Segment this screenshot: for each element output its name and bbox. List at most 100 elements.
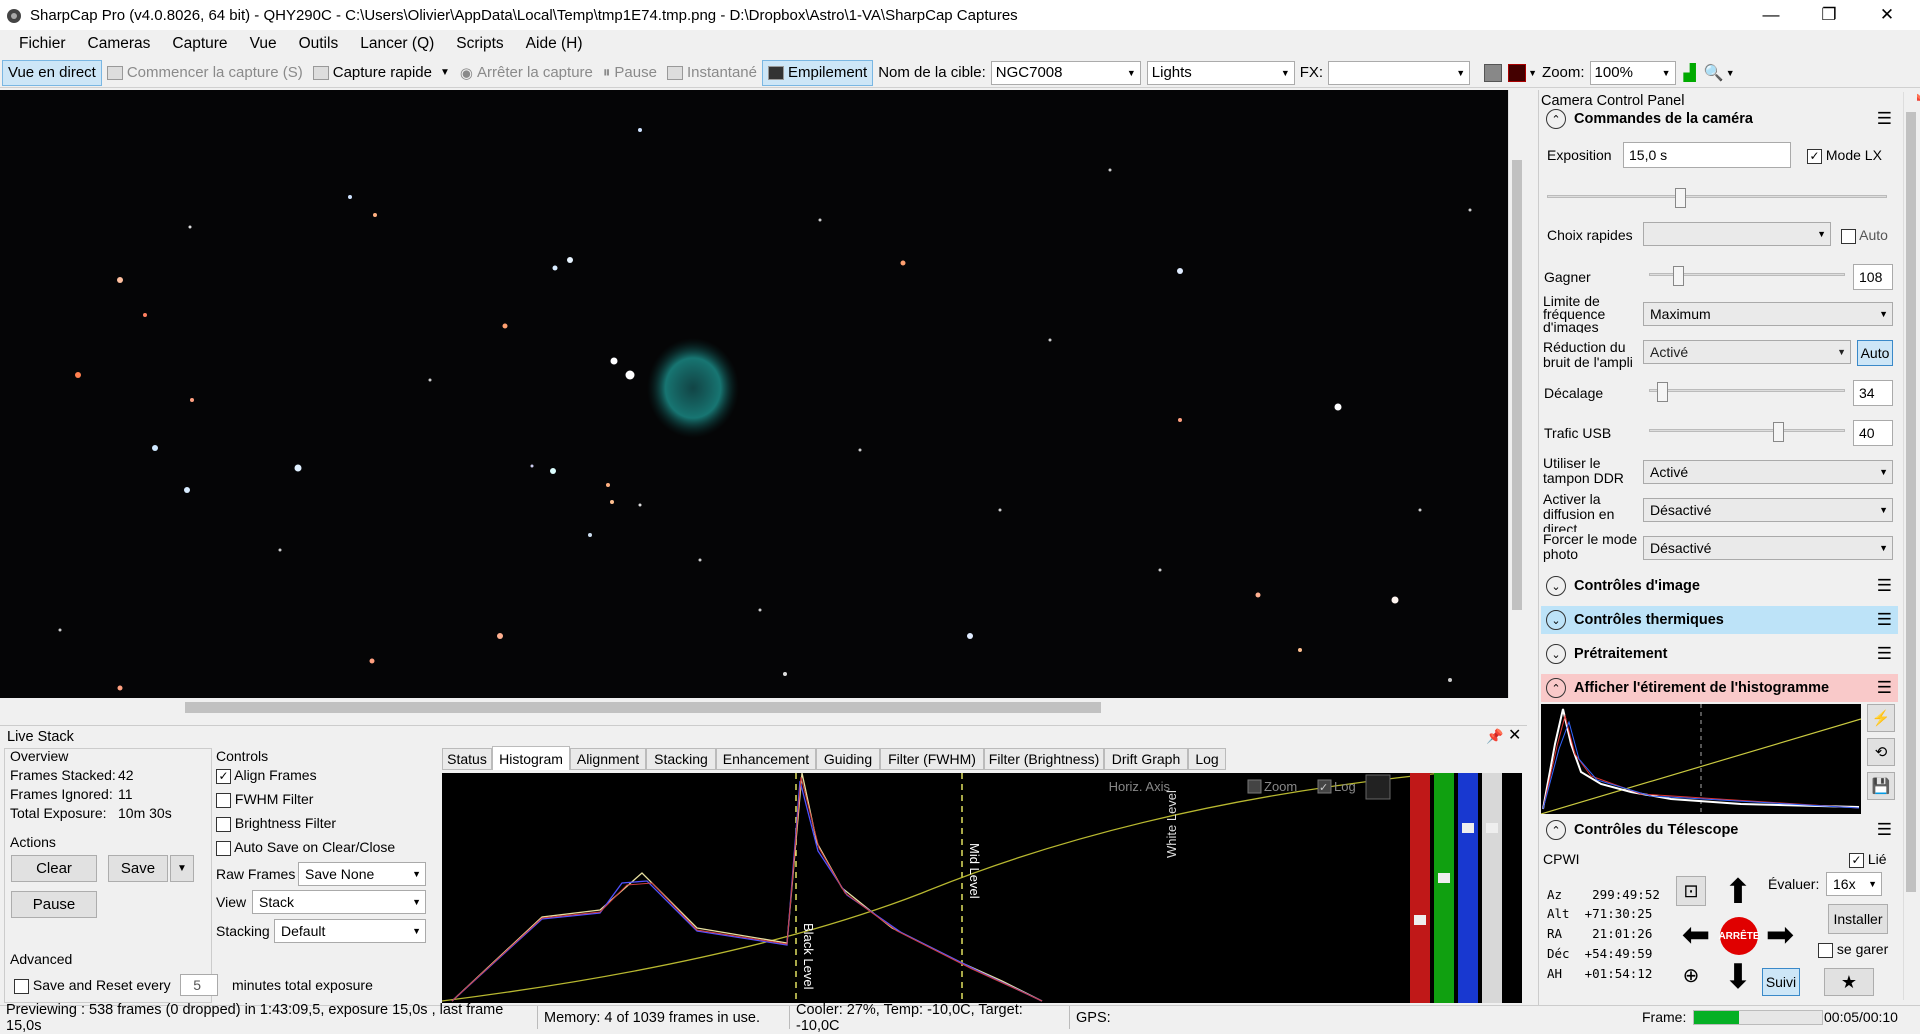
clear-button[interactable]: Clear (11, 855, 97, 882)
pin-icon[interactable]: 📌 (1486, 729, 1503, 744)
target-name-input[interactable]: NGC7008 ▼ (990, 60, 1141, 85)
tab-drift-graph[interactable]: Drift Graph (1104, 748, 1188, 770)
close-icon[interactable]: ✕ (1508, 728, 1521, 744)
chevron-down-icon[interactable]: ▼ (1528, 68, 1537, 78)
chevron-down-icon[interactable]: ▼ (1726, 68, 1735, 78)
menu-cameras[interactable]: Cameras (77, 35, 162, 53)
image-vertical-scrollbar[interactable] (1508, 90, 1525, 698)
reset-minutes-stepper[interactable]: 5 (180, 974, 218, 996)
tab-filter-fwhm[interactable]: Filter (FWHM) (880, 748, 984, 770)
raw-frames-select[interactable]: Save None ▼ (298, 862, 426, 886)
tab-enhancement[interactable]: Enhancement (716, 748, 816, 770)
view-select[interactable]: Stack ▼ (252, 890, 426, 914)
minimize-button[interactable]: — (1742, 0, 1800, 30)
menu-vue[interactable]: Vue (239, 35, 288, 53)
image-horizontal-scrollbar[interactable] (0, 698, 1508, 717)
tab-log[interactable]: Log (1188, 748, 1226, 770)
lx-mode-checkbox[interactable]: ✓ Mode LX (1807, 148, 1882, 164)
luminance-level-bar[interactable] (1482, 773, 1502, 1003)
panel-scrollbar[interactable] (1903, 92, 1917, 1000)
lightning-icon[interactable]: ⚡ (1867, 704, 1895, 732)
start-capture-button[interactable]: Commencer la capture (S) (102, 60, 308, 86)
tab-alignment[interactable]: Alignment (570, 748, 646, 770)
quick-choice-select[interactable]: ▼ (1643, 222, 1831, 246)
rate-select[interactable]: 16x ▼ (1826, 872, 1882, 896)
move-north-button[interactable]: ⬆ (1718, 872, 1758, 912)
stop-telescope-button[interactable]: ARRÊTE (1718, 917, 1760, 955)
tab-guiding[interactable]: Guiding (816, 748, 880, 770)
frame-type-select[interactable]: Lights ▼ (1146, 60, 1295, 85)
menu-capture[interactable]: Capture (161, 35, 238, 53)
color-mode-icon[interactable] (1508, 63, 1527, 82)
star-icon[interactable]: ★ (1824, 968, 1874, 996)
exposure-input[interactable]: 15,0 s (1623, 142, 1791, 168)
install-button[interactable]: Installer (1828, 904, 1888, 934)
blue-level-handle[interactable] (1462, 823, 1474, 833)
menu-icon[interactable]: ☰ (1877, 610, 1892, 630)
gain-slider[interactable] (1649, 266, 1845, 286)
quick-capture-button[interactable]: Capture rapide ▼ (308, 60, 455, 86)
zoom-checkbox[interactable] (1247, 779, 1262, 794)
align-frames-checkbox[interactable]: ✓ Align Frames (216, 768, 317, 784)
ddr-buffer-select[interactable]: Activé ▼ (1643, 460, 1893, 484)
fwhm-filter-checkbox[interactable]: FWHM Filter (216, 792, 313, 808)
fps-limit-select[interactable]: Maximum ▼ (1643, 302, 1893, 326)
menu-icon[interactable]: ☰ (1877, 820, 1892, 840)
photo-mode-select[interactable]: Désactivé ▼ (1643, 536, 1893, 560)
magnifier-icon[interactable]: 🔍 (1704, 63, 1724, 83)
zoom-select[interactable]: 100% ▼ (1589, 60, 1676, 85)
move-west-button[interactable]: ⬅ (1676, 915, 1716, 955)
close-button[interactable]: ✕ (1858, 0, 1916, 30)
section-image-controls[interactable]: ⌄ Contrôles d'image ☰ (1541, 572, 1898, 600)
snapshot-button[interactable]: Instantané (662, 60, 762, 86)
menu-fichier[interactable]: Fichier (8, 35, 77, 53)
section-histogram-stretch[interactable]: ⌃ Afficher l'étirement de l'histogramme ☰ (1541, 674, 1898, 702)
amp-noise-select[interactable]: Activé ▼ (1643, 340, 1851, 364)
image-viewer[interactable] (0, 90, 1508, 698)
park-checkbox[interactable]: se garer (1818, 942, 1888, 958)
tab-filter-brightness[interactable]: Filter (Brightness) (984, 748, 1104, 770)
brightness-filter-checkbox[interactable]: Brightness Filter (216, 816, 336, 832)
menu-icon[interactable]: ☰ (1877, 109, 1892, 129)
quick-auto-checkbox[interactable]: Auto (1841, 228, 1888, 244)
menu-icon[interactable]: ☰ (1877, 678, 1892, 698)
section-preprocessing[interactable]: ⌄ Prétraitement ☰ (1541, 640, 1898, 668)
grayscale-icon[interactable] (1484, 63, 1503, 82)
tab-stacking[interactable]: Stacking (646, 748, 716, 770)
red-level-handle[interactable] (1414, 915, 1426, 925)
red-level-bar[interactable] (1410, 773, 1430, 1003)
move-east-button[interactable]: ➡ (1760, 915, 1800, 955)
goto-icon[interactable]: ⊡ (1676, 876, 1706, 906)
stacking-button[interactable]: Empilement (762, 59, 874, 86)
crosshair-icon[interactable]: ⊕ (1676, 960, 1706, 990)
stacking-select[interactable]: Default ▼ (274, 919, 426, 943)
tab-histogram[interactable]: Histogram (492, 746, 570, 770)
section-thermal-controls[interactable]: ⌄ Contrôles thermiques ☰ (1541, 606, 1898, 634)
save-icon[interactable]: 💾 (1867, 772, 1895, 800)
chevron-down-icon[interactable]: ▼ (170, 855, 194, 882)
offset-input[interactable]: 34 (1853, 380, 1893, 406)
reset-icon[interactable]: ⟲ (1867, 738, 1895, 766)
live-view-button[interactable]: Vue en direct (2, 59, 102, 86)
lightning-icon[interactable] (1365, 774, 1391, 800)
menu-outils[interactable]: Outils (288, 35, 350, 53)
amp-auto-button[interactable]: Auto (1857, 340, 1893, 366)
histogram-graph[interactable]: Black Level Mid Level White Level Horiz.… (442, 773, 1522, 1003)
scroll-thumb[interactable] (185, 702, 1101, 713)
move-south-button[interactable]: ⬇ (1718, 957, 1758, 997)
blue-level-bar[interactable] (1458, 773, 1478, 1003)
histogram-stretch-graph[interactable] (1541, 704, 1861, 814)
section-telescope-controls[interactable]: ⌃ Contrôles du Télescope ☰ (1541, 816, 1898, 844)
gain-input[interactable]: 108 (1853, 264, 1893, 290)
restore-button[interactable]: ❐ (1800, 0, 1858, 30)
exposure-slider[interactable] (1547, 188, 1887, 208)
scroll-thumb[interactable] (1512, 160, 1522, 610)
menu-lancer[interactable]: Lancer (Q) (349, 35, 445, 53)
menu-scripts[interactable]: Scripts (445, 35, 514, 53)
menu-icon[interactable]: ☰ (1877, 576, 1892, 596)
menu-icon[interactable]: ☰ (1877, 644, 1892, 664)
histogram-icon[interactable]: ▟ (1684, 63, 1696, 83)
save-button[interactable]: Save (108, 855, 168, 882)
chevron-down-icon[interactable]: ▼ (440, 67, 450, 78)
usb-traffic-input[interactable]: 40 (1853, 420, 1893, 446)
